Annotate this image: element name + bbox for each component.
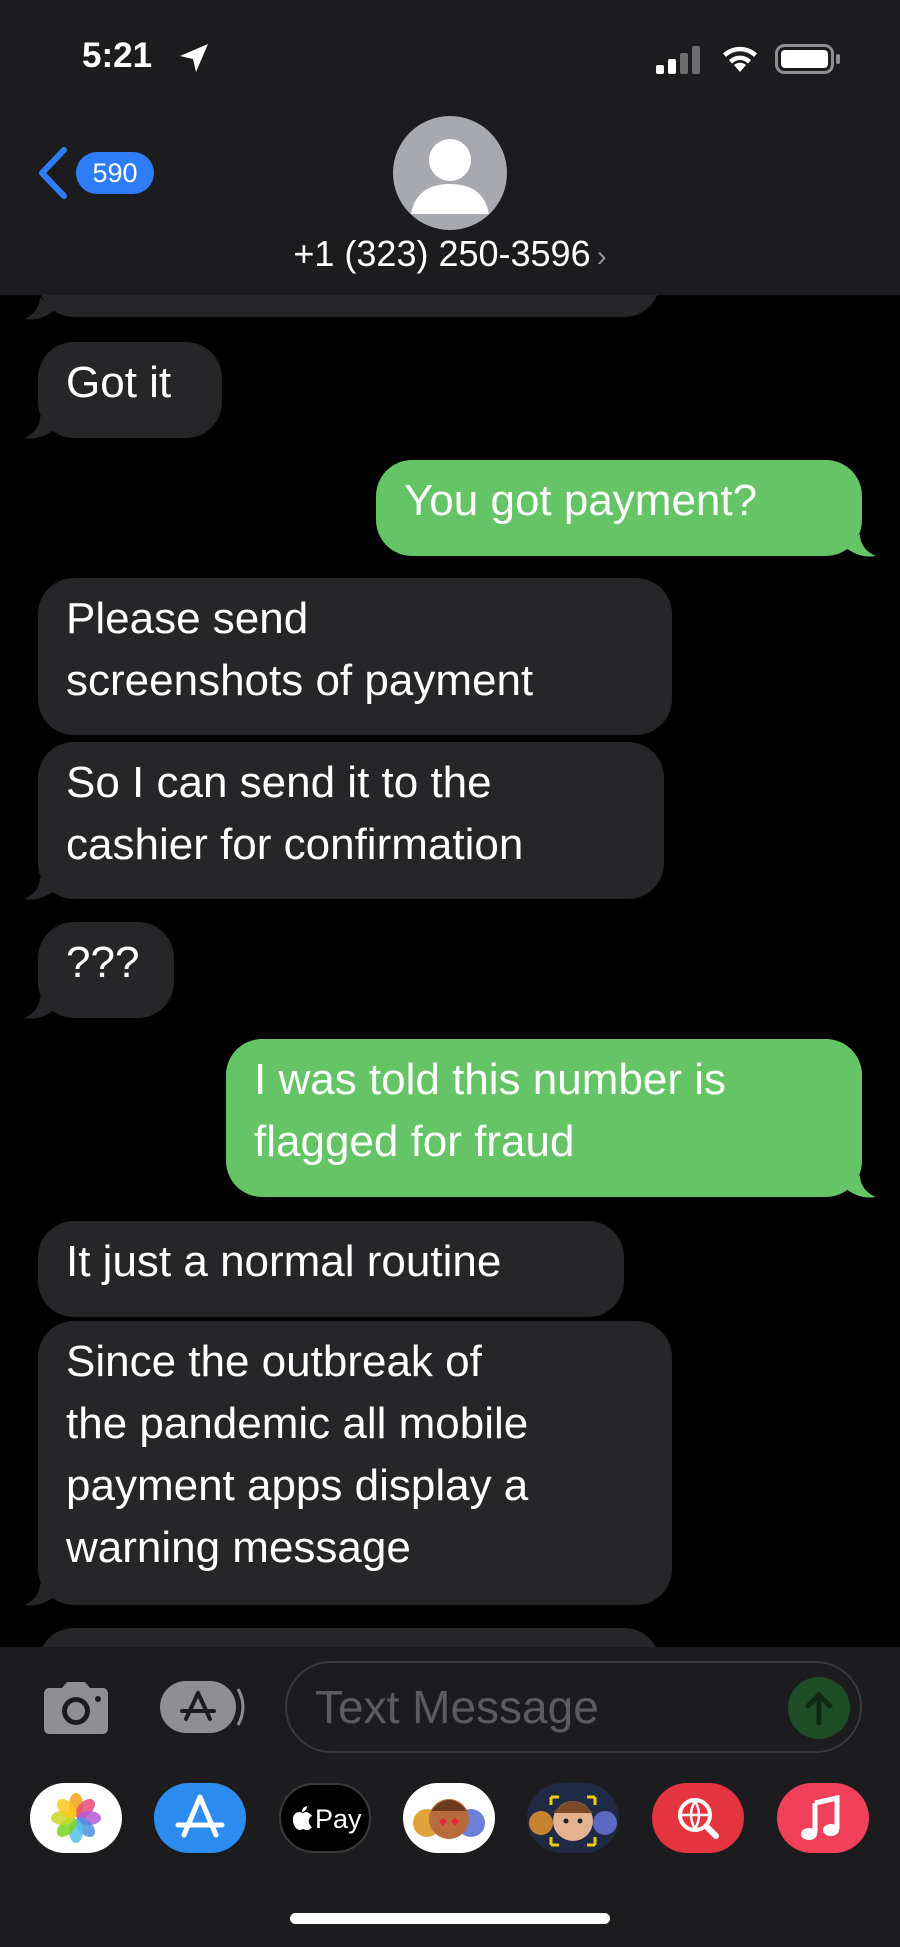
message-text: I was told this number is xyxy=(254,1055,726,1104)
chevron-right-icon: › xyxy=(596,240,607,273)
message-bubble-incoming[interactable]: ??? xyxy=(38,922,174,1018)
conversation-header: 5:21 590 +1 (323) 250-3596 › xyxy=(0,0,900,295)
message-text: the pandemic all mobile xyxy=(66,1399,529,1448)
message-bubble-incoming[interactable]: Since the outbreak of the pandemic all m… xyxy=(38,1321,672,1605)
camera-icon[interactable] xyxy=(40,1680,112,1736)
message-text: Since the outbreak of xyxy=(66,1337,482,1386)
message-text: payment apps display a xyxy=(66,1461,529,1510)
apple-pay-label: Pay xyxy=(315,1804,362,1834)
message-input-placeholder: Text Message xyxy=(315,1681,599,1733)
message-bubble-incoming[interactable]: Got it xyxy=(38,342,222,438)
message-text: cashier for confirmation xyxy=(66,820,524,869)
contact-number: +1 (323) 250-3596 xyxy=(293,233,591,274)
app-store-app-icon[interactable] xyxy=(154,1783,246,1853)
message-bubble-partial xyxy=(38,295,660,317)
memoji-stickers-app-icon[interactable] xyxy=(403,1783,495,1853)
message-bubble-outgoing[interactable]: You got payment? xyxy=(376,460,862,556)
message-text: flagged for fraud xyxy=(254,1117,575,1166)
web-images-app-icon[interactable] xyxy=(652,1783,744,1853)
home-indicator[interactable] xyxy=(290,1913,610,1924)
send-button[interactable] xyxy=(788,1677,850,1739)
person-silhouette-icon xyxy=(411,139,489,214)
apple-logo-icon xyxy=(293,1806,312,1830)
battery-icon xyxy=(775,44,840,74)
apple-pay-app-icon[interactable]: Pay xyxy=(279,1783,371,1853)
message-text: It just a normal routine xyxy=(66,1237,502,1286)
bubble-tail xyxy=(24,416,54,439)
wifi-icon xyxy=(723,46,757,72)
compose-bar: Text Message xyxy=(0,1647,900,1765)
bubble-tail xyxy=(846,1175,876,1198)
photos-app-icon[interactable] xyxy=(30,1783,122,1853)
message-bubble-incoming[interactable]: It just a normal routine xyxy=(38,1221,624,1317)
bubble-tail xyxy=(24,877,54,900)
bubble-tail xyxy=(24,996,54,1019)
message-text: Got it xyxy=(66,358,172,407)
message-thread[interactable]: Got it You got payment? Please send scre… xyxy=(0,295,900,1647)
message-bubble-incoming[interactable]: Please send screenshots of payment xyxy=(38,578,672,735)
message-text: screenshots of payment xyxy=(66,656,534,705)
music-app-icon[interactable] xyxy=(777,1783,869,1853)
animoji-app-icon[interactable] xyxy=(527,1783,619,1853)
message-text: You got payment? xyxy=(404,476,758,525)
app-store-button-icon[interactable] xyxy=(160,1681,246,1733)
unread-count-badge[interactable]: 590 xyxy=(76,152,154,194)
message-text: warning message xyxy=(66,1523,411,1572)
bubble-tail xyxy=(24,1583,54,1606)
message-bubble-outgoing[interactable]: I was told this number is flagged for fr… xyxy=(226,1039,862,1197)
message-bubble-incoming[interactable]: So I can send it to the cashier for conf… xyxy=(38,742,664,899)
bubble-tail xyxy=(846,534,876,557)
cellular-signal-icon xyxy=(656,46,700,74)
bubble-tail xyxy=(24,297,54,320)
message-text: So I can send it to the xyxy=(66,758,492,807)
status-time: 5:21 xyxy=(82,36,153,75)
message-bubble-partial xyxy=(38,1628,660,1647)
contact-name-button[interactable]: +1 (323) 250-3596 › xyxy=(0,233,900,275)
message-text: Please send xyxy=(66,594,309,643)
back-chevron-icon[interactable] xyxy=(36,146,70,200)
message-text: ??? xyxy=(66,938,140,987)
arrow-up-icon xyxy=(805,1692,833,1726)
message-input[interactable]: Text Message xyxy=(285,1661,862,1753)
location-arrow-icon xyxy=(180,44,208,72)
contact-avatar[interactable] xyxy=(393,116,507,230)
